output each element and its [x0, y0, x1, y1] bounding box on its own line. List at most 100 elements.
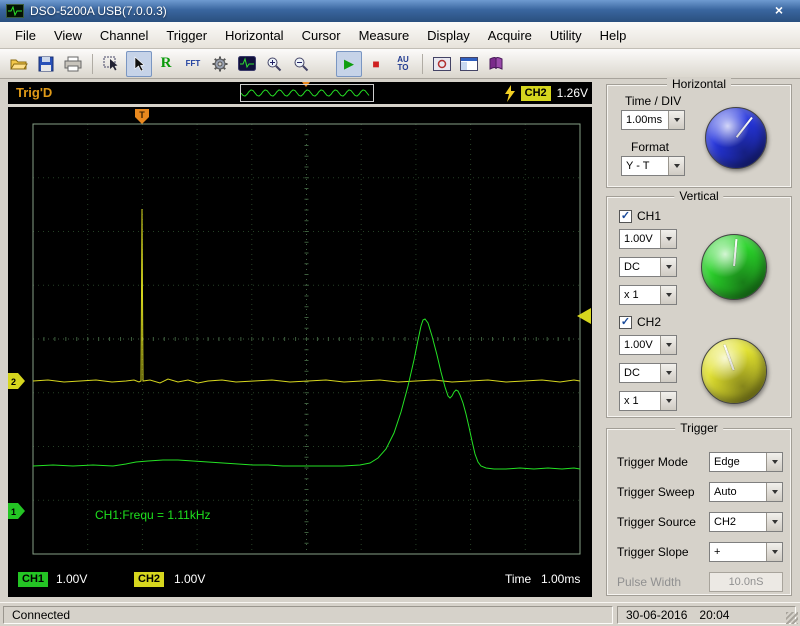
- datetime-cell: 30-06-2016 20:04: [617, 606, 796, 624]
- time-div-value: 1.00ms: [622, 114, 668, 126]
- scope-grid: [33, 124, 580, 554]
- save-button[interactable]: [33, 51, 59, 77]
- knob-pointer: [694, 96, 778, 180]
- menu-utility[interactable]: Utility: [541, 22, 591, 48]
- gear-icon: [212, 56, 228, 72]
- trigger-level-marker[interactable]: [577, 308, 591, 324]
- stop-icon: ■: [372, 58, 379, 70]
- menu-display[interactable]: Display: [418, 22, 479, 48]
- zoom-out-button[interactable]: [288, 51, 314, 77]
- dropdown-arrow-icon[interactable]: [660, 364, 676, 382]
- time-div-select[interactable]: 1.00ms: [621, 110, 685, 130]
- ch2-position-knob[interactable]: [701, 338, 767, 404]
- trigger-slope-value: +: [710, 546, 766, 558]
- trigger-sweep-label: Trigger Sweep: [617, 485, 695, 499]
- print-button[interactable]: [60, 51, 86, 77]
- snapshot-button[interactable]: [429, 51, 455, 77]
- open-folder-icon: [10, 57, 28, 71]
- trigger-source-value: CH2: [710, 516, 766, 528]
- ch2-checkbox[interactable]: ✓ CH2: [619, 315, 661, 329]
- panels-button[interactable]: [456, 51, 482, 77]
- menu-file[interactable]: File: [6, 22, 45, 48]
- menu-measure[interactable]: Measure: [350, 22, 419, 48]
- title-bar[interactable]: DSO-5200A USB(7.0.0.3) ×: [0, 0, 800, 22]
- dropdown-arrow-icon[interactable]: [660, 230, 676, 248]
- ch2-checkbox-label: CH2: [637, 315, 661, 329]
- pointer-tool-button[interactable]: [126, 51, 152, 77]
- dropdown-arrow-icon[interactable]: [668, 157, 684, 175]
- status-time: 20:04: [699, 608, 729, 622]
- ch1-probe-value: x 1: [620, 289, 660, 301]
- scope-display[interactable]: T 2 1 CH1:Frequ = 1.11kHz CH1 1.00V CH2 …: [8, 107, 592, 597]
- checkbox-icon: ✓: [619, 316, 632, 329]
- freq-readout: CH1:Frequ = 1.11kHz: [95, 508, 211, 522]
- cursor-box-icon: [103, 56, 121, 72]
- close-button[interactable]: ×: [764, 2, 794, 19]
- dropdown-arrow-icon[interactable]: [660, 258, 676, 276]
- ch1-scale-select[interactable]: 1.00V: [619, 229, 677, 249]
- trigger-status-strip: Trig'D CH2 1.26V: [8, 82, 592, 104]
- dropdown-arrow-icon[interactable]: [660, 336, 676, 354]
- status-date: 30-06-2016: [626, 608, 687, 622]
- ch1-checkbox[interactable]: ✓ CH1: [619, 209, 661, 223]
- format-label: Format: [631, 140, 669, 154]
- trigger-slope-select[interactable]: +: [709, 542, 783, 562]
- help-button[interactable]: [483, 51, 509, 77]
- time-label: Time: [505, 572, 531, 586]
- trigger-source-select[interactable]: CH2: [709, 512, 783, 532]
- ch1-coupling-select[interactable]: DC: [619, 257, 677, 277]
- waveform-display-button[interactable]: [234, 51, 260, 77]
- trigger-mode-select[interactable]: Edge: [709, 452, 783, 472]
- ch2-probe-select[interactable]: x 1: [619, 391, 677, 411]
- ch1-probe-select[interactable]: x 1: [619, 285, 677, 305]
- dropdown-arrow-icon[interactable]: [766, 453, 782, 471]
- resize-grip[interactable]: [786, 612, 798, 624]
- refresh-button[interactable]: R: [153, 51, 179, 77]
- knob-pointer: [699, 232, 768, 301]
- auto-button[interactable]: AU TO: [390, 51, 416, 77]
- dropdown-arrow-icon[interactable]: [766, 513, 782, 531]
- ch1-coupling-value: DC: [620, 261, 660, 273]
- trigger-time-marker[interactable]: T: [135, 109, 149, 124]
- menu-channel[interactable]: Channel: [91, 22, 157, 48]
- ch1-marker-label: 1: [11, 507, 16, 517]
- trigger-source-badge: CH2: [521, 86, 551, 101]
- menu-trigger[interactable]: Trigger: [157, 22, 216, 48]
- time-value: 1.00ms: [541, 572, 580, 586]
- knob-pointer: [693, 330, 775, 412]
- cursor-measure-button[interactable]: [99, 51, 125, 77]
- dropdown-arrow-icon[interactable]: [660, 286, 676, 304]
- format-select[interactable]: Y - T: [621, 156, 685, 176]
- dropdown-arrow-icon[interactable]: [766, 543, 782, 561]
- menu-help[interactable]: Help: [591, 22, 636, 48]
- trigger-level-readout: CH2 1.26V: [504, 82, 588, 104]
- menu-horizontal[interactable]: Horizontal: [216, 22, 293, 48]
- trigger-mode-label: Trigger Mode: [617, 455, 688, 469]
- trigger-group-title: Trigger: [675, 421, 723, 435]
- status-bar: Connected 30-06-2016 20:04: [0, 602, 800, 626]
- buffer-preview[interactable]: [240, 84, 374, 102]
- trigger-sweep-select[interactable]: Auto: [709, 482, 783, 502]
- ch1-level-marker[interactable]: 1: [8, 503, 25, 519]
- dropdown-arrow-icon[interactable]: [668, 111, 684, 129]
- trigger-slope-label: Trigger Slope: [617, 545, 689, 559]
- menu-view[interactable]: View: [45, 22, 91, 48]
- ch2-scale-select[interactable]: 1.00V: [619, 335, 677, 355]
- ch2-coupling-select[interactable]: DC: [619, 363, 677, 383]
- open-button[interactable]: [6, 51, 32, 77]
- ch2-level-marker[interactable]: 2: [8, 373, 25, 389]
- start-button[interactable]: ▶: [336, 51, 362, 77]
- settings-button[interactable]: [207, 51, 233, 77]
- menu-acquire[interactable]: Acquire: [479, 22, 541, 48]
- zoom-in-button[interactable]: [261, 51, 287, 77]
- trigger-source-label: Trigger Source: [617, 515, 696, 529]
- fft-button[interactable]: FFT: [180, 51, 206, 77]
- dropdown-arrow-icon[interactable]: [766, 483, 782, 501]
- horizontal-knob[interactable]: [705, 107, 767, 169]
- stop-button[interactable]: ■: [363, 51, 389, 77]
- play-icon: ▶: [344, 57, 354, 70]
- ch1-position-knob[interactable]: [701, 234, 767, 300]
- dropdown-arrow-icon[interactable]: [660, 392, 676, 410]
- connection-status: Connected: [12, 608, 70, 622]
- menu-cursor[interactable]: Cursor: [293, 22, 350, 48]
